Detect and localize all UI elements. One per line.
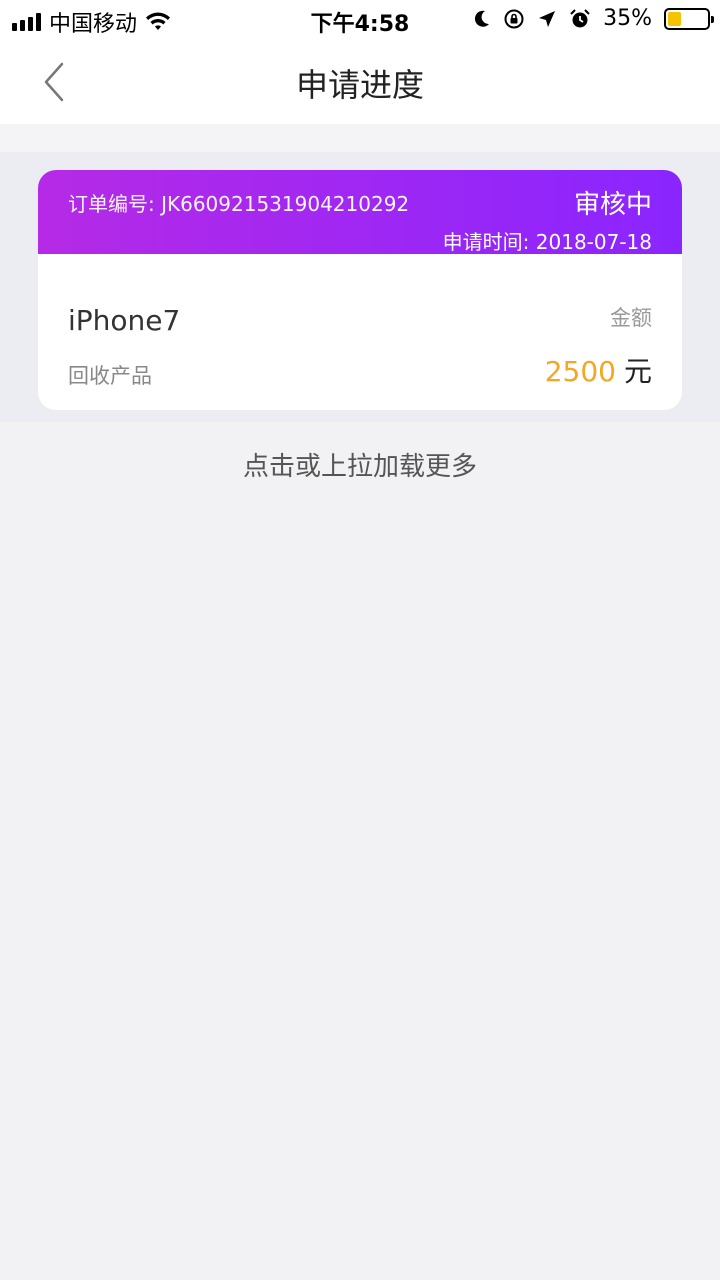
- amount: 2500 元: [545, 350, 652, 390]
- status-bar-right: 35%: [473, 6, 714, 31]
- moon-icon: [475, 10, 490, 27]
- status-bar: 中国移动 下午4:58 35%: [0, 0, 720, 40]
- load-more-button[interactable]: 点击或上拉加载更多: [0, 446, 720, 483]
- battery-icon: [664, 7, 714, 30]
- apply-time: 申请时间: 2018-07-18: [442, 230, 652, 254]
- order-card[interactable]: 订单编号: JK660921531904210292 审核中 申请时间: 201…: [38, 170, 682, 410]
- status-badge: 审核中: [573, 190, 652, 220]
- order-number: 订单编号: JK660921531904210292: [68, 192, 410, 216]
- product-label: 回收产品: [68, 364, 152, 388]
- alarm-clock-icon: [570, 8, 590, 27]
- navigation-bar: 申请进度: [0, 40, 720, 124]
- product-name: iPhone7: [68, 304, 181, 337]
- amount-unit: 元: [623, 355, 652, 388]
- order-card-header: 订单编号: JK660921531904210292 审核中 申请时间: 201…: [38, 170, 682, 254]
- battery-percent: 35%: [603, 6, 652, 31]
- battery-fill: [668, 11, 682, 26]
- header-divider: [0, 124, 720, 152]
- location-arrow-icon: [539, 10, 556, 27]
- amount-label: 金额: [610, 306, 652, 330]
- page-title: 申请进度: [295, 66, 424, 104]
- rotation-lock-icon: [504, 9, 524, 28]
- amount-value: 2500: [544, 355, 616, 388]
